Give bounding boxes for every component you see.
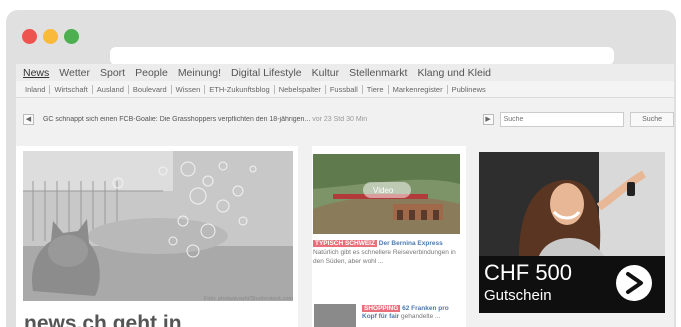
nav-item-meinung[interactable]: Meinung! <box>178 67 221 79</box>
hero-headline[interactable]: news.ch geht in <box>24 312 182 327</box>
subnav-item-fussball[interactable]: Fussball <box>326 84 363 94</box>
news-ticker: ◀ GC schnappt sich einen FCB-Goalie: Die… <box>16 108 674 130</box>
close-button[interactable] <box>22 29 37 44</box>
subnav-item-ausland[interactable]: Ausland <box>93 84 129 94</box>
nav-item-news[interactable]: News <box>23 67 49 79</box>
teaser-image-train[interactable]: Video <box>313 154 460 234</box>
nav-item-people[interactable]: People <box>135 67 168 79</box>
nav-item-wetter[interactable]: Wetter <box>59 67 90 79</box>
subnav-item-eth-zukunftsblog[interactable]: ETH-Zukunftsblog <box>205 84 275 94</box>
teaser-text: gehandelte ... <box>401 313 441 320</box>
chevron-right-icon: ▶ <box>485 116 491 123</box>
subnav-item-boulevard[interactable]: Boulevard <box>129 84 172 94</box>
svg-text:Video: Video <box>373 186 394 195</box>
address-bar[interactable] <box>110 47 614 65</box>
chevron-left-icon: ◀ <box>25 116 32 123</box>
subnav-item-publinews[interactable]: Publinews <box>448 85 490 94</box>
teaser-bernina[interactable]: TYPISCH SCHWEIZ Der Bernina Express Natü… <box>313 239 463 266</box>
teaser-thumbnail-shopping[interactable] <box>314 304 356 327</box>
ticker-headline-text: GC schnappt sich einen FCB-Goalie: Die G… <box>42 115 311 123</box>
hero-image-cat[interactable] <box>23 151 293 301</box>
teaser-shopping[interactable]: SHOPPING 62 Franken pro Kopf für fair ge… <box>362 305 462 321</box>
ticker-headline[interactable]: GC schnappt sich einen FCB-Goalie: Die G… <box>43 116 437 123</box>
teaser-badge: SHOPPING <box>362 305 401 312</box>
teaser-link[interactable]: Der Bernina Express <box>379 240 443 247</box>
train-landscape-illustration: Video <box>313 154 460 234</box>
ticker-next-button[interactable]: ▶ <box>482 113 494 125</box>
ad-price: CHF 500 <box>484 260 573 285</box>
web-page: News Wetter Sport People Meinung! Digita… <box>16 64 674 327</box>
teaser-column: Video TYPISCH SCHWEIZ Der Bernina Expres… <box>312 146 466 327</box>
minimize-button[interactable] <box>43 29 58 44</box>
advertisement-banner[interactable]: CHF 500 Gutschein <box>479 152 665 313</box>
teaser-badge: TYPISCH SCHWEIZ <box>313 240 377 247</box>
search-button[interactable]: Suche <box>630 111 674 127</box>
window-controls <box>22 29 79 44</box>
nav-item-stellenmarkt[interactable]: Stellenmarkt <box>349 67 407 79</box>
nav-item-sport[interactable]: Sport <box>100 67 125 79</box>
main-navigation: News Wetter Sport People Meinung! Digita… <box>16 64 674 81</box>
cat-bubbles-illustration <box>23 151 293 301</box>
subnav-item-inland[interactable]: Inland <box>21 84 51 94</box>
subnav-item-wirtschaft[interactable]: Wirtschaft <box>50 84 93 94</box>
arrow-right-icon <box>626 272 643 294</box>
subnav-item-tiere[interactable]: Tiere <box>363 84 389 94</box>
nav-item-klang-und-kleid[interactable]: Klang und Kleid <box>417 67 491 79</box>
hero-article[interactable]: Foto: photaqivashi/Shutterstock.com news… <box>16 146 298 327</box>
nav-item-digital-lifestyle[interactable]: Digital Lifestyle <box>231 67 302 79</box>
ad-photo-woman-car <box>479 152 665 256</box>
image-credit: Foto: photaqivashi/Shutterstock.com <box>204 296 293 302</box>
sub-navigation: Inland Wirtschaft Ausland Boulevard Wiss… <box>16 81 674 98</box>
subnav-item-wissen[interactable]: Wissen <box>172 84 206 94</box>
ticker-prev-button[interactable]: ◀ <box>23 113 34 125</box>
nav-item-kultur[interactable]: Kultur <box>312 67 339 79</box>
ad-subtitle: Gutschein <box>484 287 552 304</box>
teaser-text: Natürlich gibt es schnellere Reiseverbin… <box>313 249 456 265</box>
ticker-time: vor 23 Std 30 Min <box>312 115 368 123</box>
woman-in-car-illustration <box>479 152 665 256</box>
search-input[interactable] <box>499 111 625 127</box>
subnav-item-markenregister[interactable]: Markenregister <box>389 84 448 94</box>
subnav-item-nebelspalter[interactable]: Nebelspalter <box>275 84 326 94</box>
ad-cta-button[interactable] <box>616 265 652 301</box>
maximize-button[interactable] <box>64 29 79 44</box>
